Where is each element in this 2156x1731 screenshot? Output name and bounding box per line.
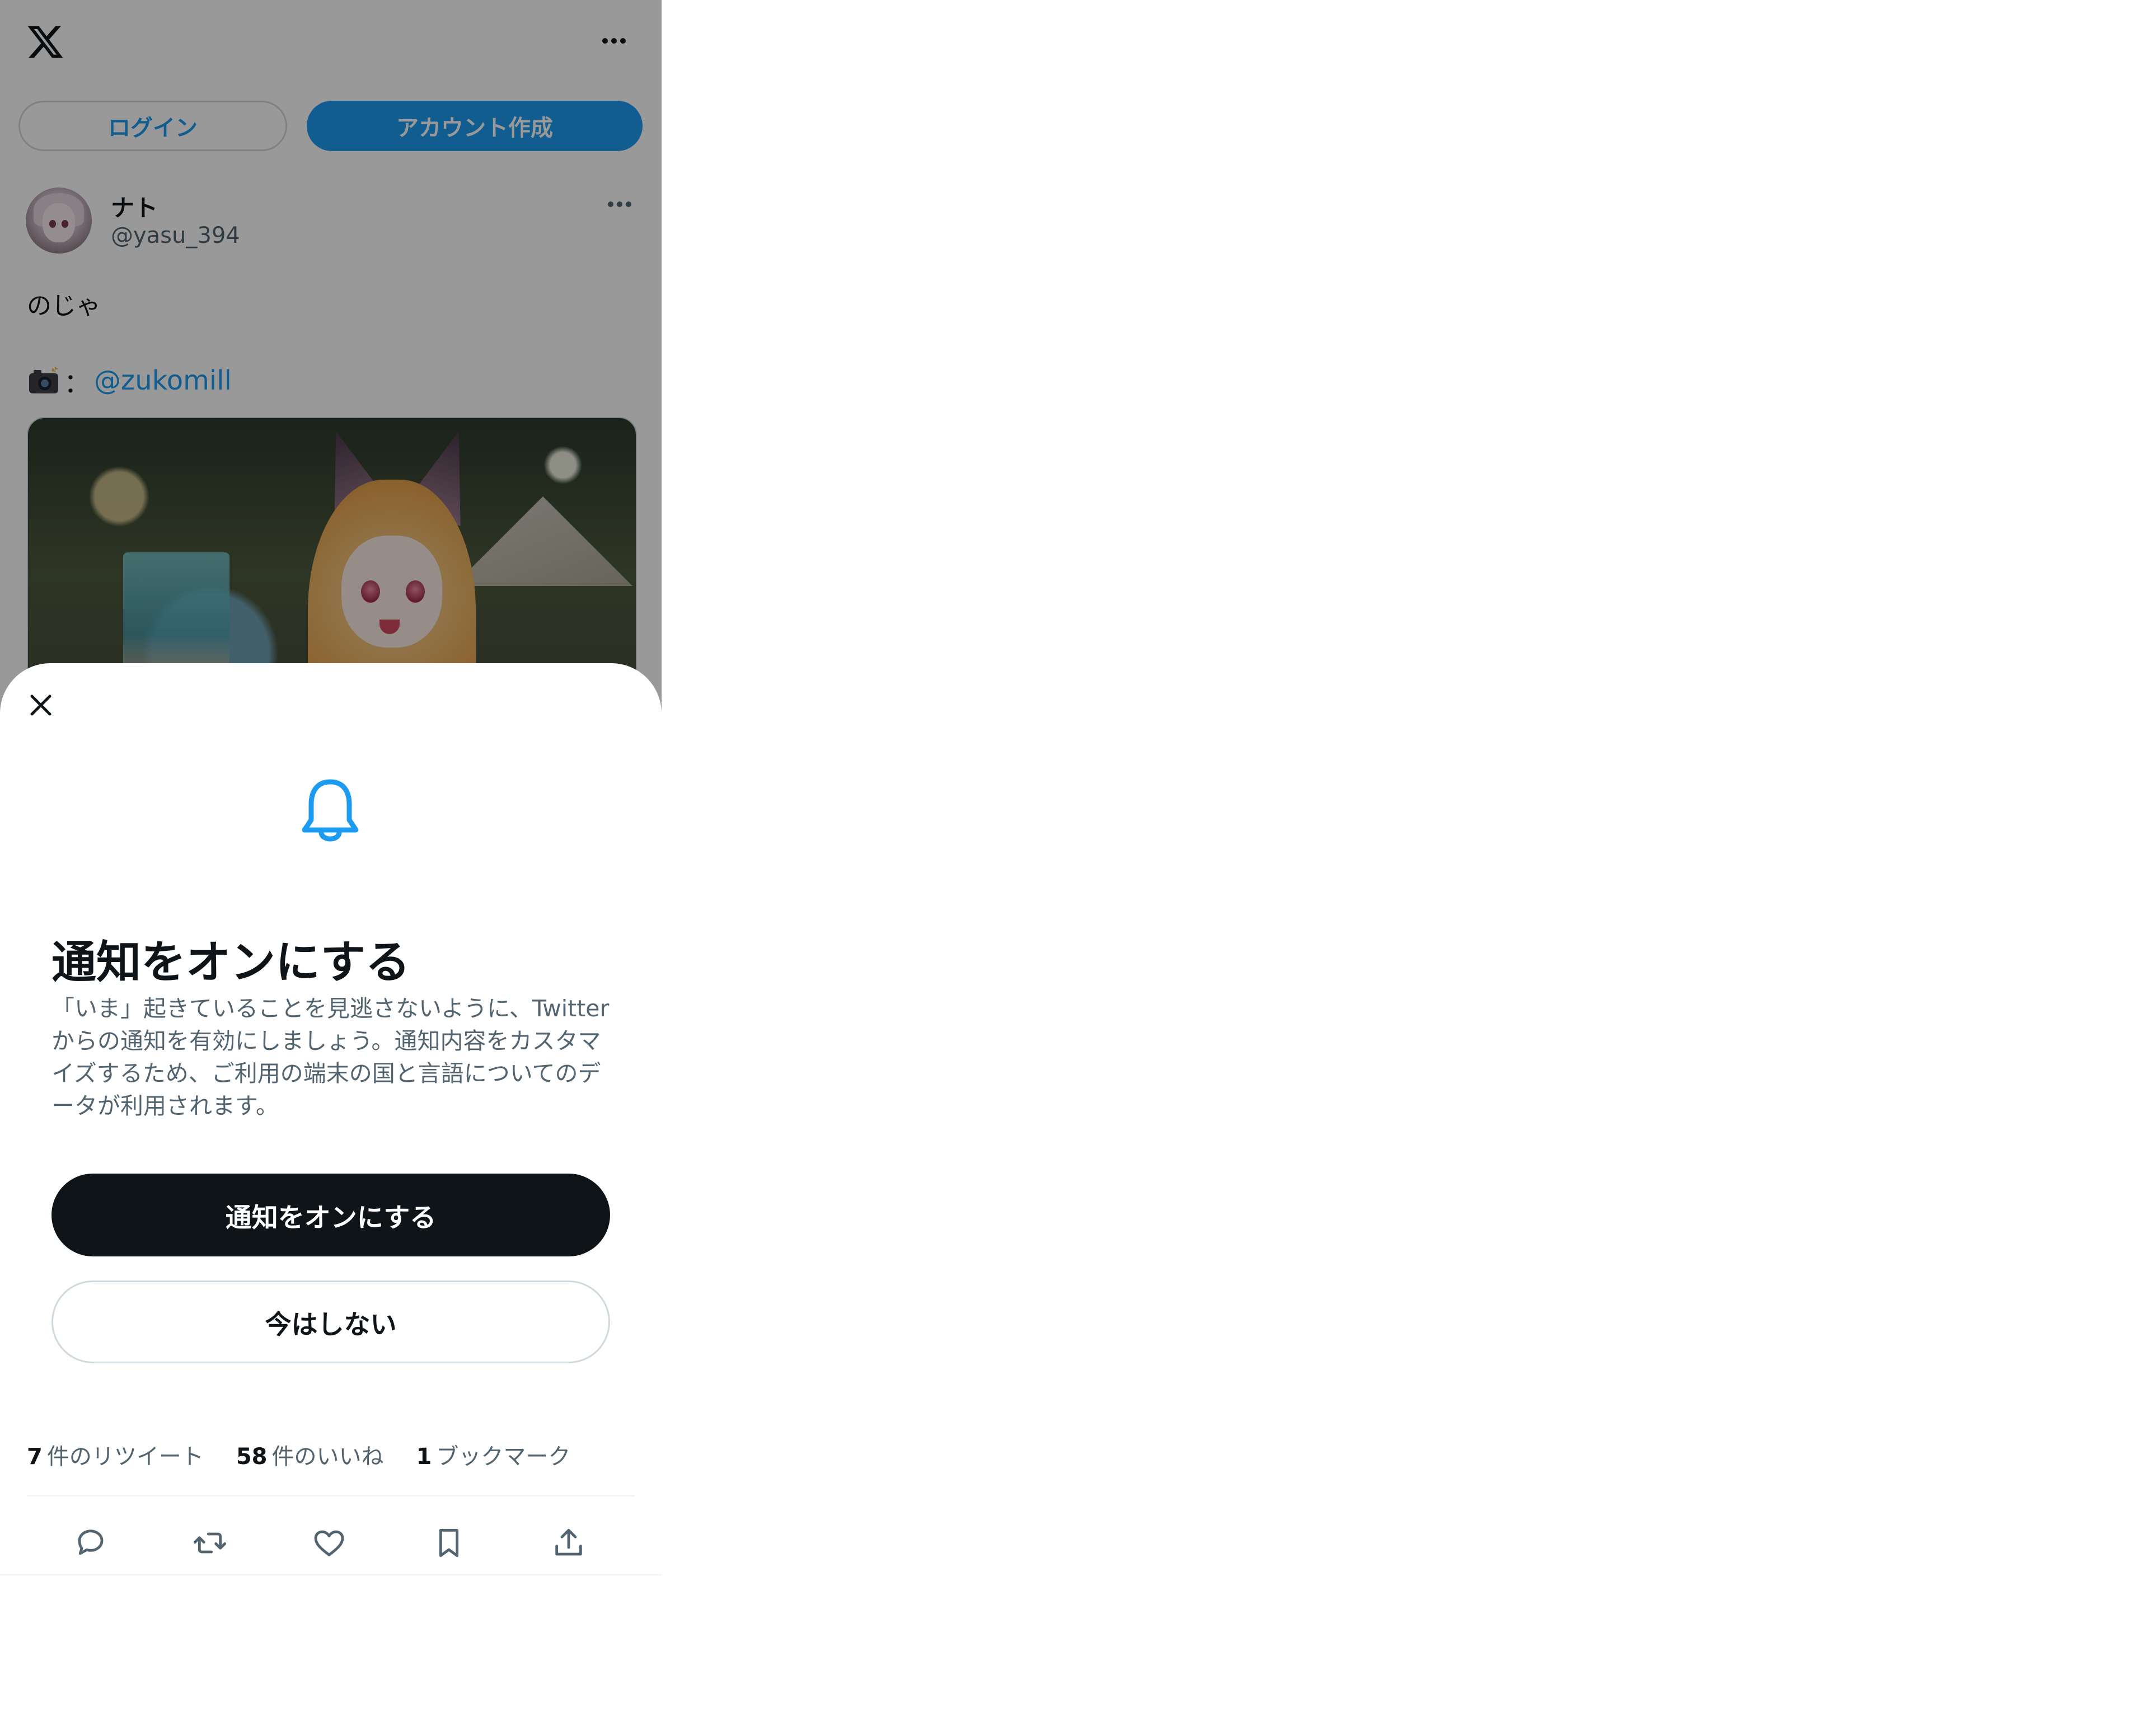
- divider: [0, 1574, 662, 1575]
- like-count-number: 58: [236, 1444, 268, 1470]
- page: ログイン アカウント作成 ナト @yasu_394 のじゃ ： @zukomil…: [0, 0, 2156, 1731]
- mobile-viewport: ログイン アカウント作成 ナト @yasu_394 のじゃ ： @zukomil…: [0, 0, 662, 1575]
- sheet-title: 通知をオンにする: [51, 936, 410, 988]
- like-count[interactable]: 58 件のいいね: [236, 1438, 384, 1471]
- bell-icon: [297, 775, 364, 848]
- tweet-stats: 7 件のリツイート 58 件のいいね 1 ブックマーク: [27, 1438, 603, 1471]
- tweet-action-bar: [0, 1514, 662, 1570]
- retweet-icon[interactable]: [192, 1525, 228, 1561]
- retweet-count[interactable]: 7 件のリツイート: [27, 1438, 204, 1471]
- like-count-label: 件のいいね: [271, 1444, 384, 1470]
- share-icon[interactable]: [551, 1525, 587, 1561]
- enable-notifications-button[interactable]: 通知をオンにする: [51, 1174, 610, 1256]
- notification-sheet: 通知をオンにする 「いま」起きていることを見逃さないように、Twitterからの…: [0, 663, 662, 1575]
- bookmark-icon[interactable]: [431, 1525, 467, 1561]
- reply-icon[interactable]: [73, 1525, 109, 1561]
- not-now-button[interactable]: 今はしない: [51, 1280, 610, 1363]
- close-icon[interactable]: [21, 686, 60, 725]
- sheet-description: 「いま」起きていることを見逃さないように、Twitterからの通知を有効にしまし…: [51, 995, 610, 1119]
- divider: [27, 1495, 635, 1497]
- retweet-count-label: 件のリツイート: [46, 1444, 204, 1470]
- retweet-count-number: 7: [27, 1444, 43, 1470]
- like-icon[interactable]: [311, 1525, 347, 1561]
- bookmark-count-number: 1: [416, 1444, 432, 1470]
- bookmark-count[interactable]: 1 ブックマーク: [416, 1438, 571, 1471]
- bookmark-count-label: ブックマーク: [436, 1444, 571, 1470]
